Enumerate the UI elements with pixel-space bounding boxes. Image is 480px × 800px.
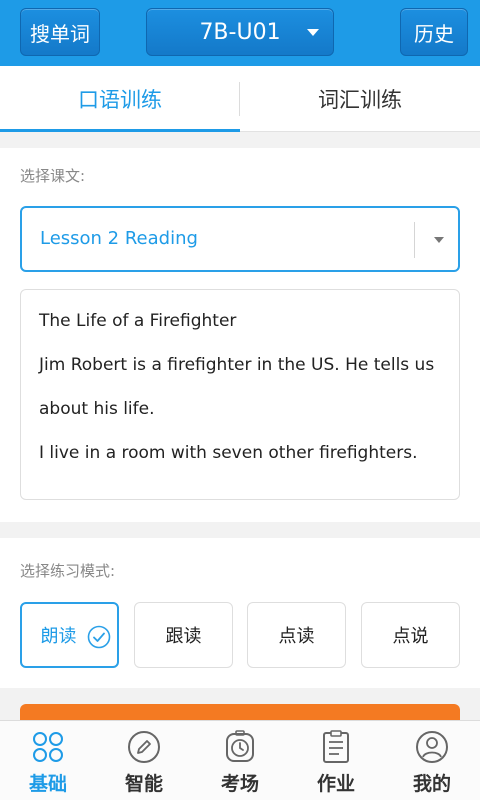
mode-point-read-button[interactable]: 点读 [247, 602, 346, 668]
mode-point-speak-label: 点说 [392, 626, 429, 647]
mode-follow-read-label: 跟读 [165, 626, 202, 647]
mode-point-read-label: 点读 [278, 626, 315, 647]
dropdown-arrow-icon [434, 237, 444, 243]
lesson-text-line: The Life of a Firefighter [39, 311, 237, 331]
clover-icon [33, 732, 63, 762]
history-button[interactable]: 历史 [400, 8, 468, 56]
lesson-section: 选择课文: Lesson 2 Reading The Life of a Fir… [0, 148, 480, 522]
bottom-navigation: 基础 智能 考场 作业 我的 [0, 720, 480, 800]
chevron-down-icon [307, 29, 319, 36]
lesson-dropdown-value: Lesson 2 Reading [40, 228, 198, 249]
lesson-dropdown[interactable]: Lesson 2 Reading [20, 206, 460, 272]
lesson-text-line: about his life. [39, 399, 155, 419]
mode-section-label: 选择练习模式: [20, 562, 116, 580]
nav-label-exam: 考场 [220, 773, 259, 795]
nav-item-smart[interactable]: 智能 [96, 721, 192, 800]
nav-item-homework[interactable]: 作业 [288, 721, 384, 800]
nav-item-basic[interactable]: 基础 [0, 721, 96, 800]
user-icon [416, 731, 448, 763]
clock-icon [226, 730, 254, 762]
unit-selector-label: 7B-U01 [199, 19, 281, 45]
mode-read-aloud-label: 朗读 [40, 626, 77, 647]
clipboard-icon [323, 730, 349, 763]
top-app-bar: 搜单词 7B-U01 历史 [0, 0, 480, 66]
nav-item-exam[interactable]: 考场 [192, 721, 288, 800]
practice-mode-section: 选择练习模式: 朗读 跟读 点读 点说 [0, 538, 480, 688]
search-words-button[interactable]: 搜单词 [20, 8, 100, 56]
mode-read-aloud-button[interactable]: 朗读 [20, 602, 119, 668]
pencil-icon [128, 731, 160, 763]
nav-label-profile: 我的 [412, 773, 451, 795]
lesson-text-line: I live in a room with seven other firefi… [39, 443, 418, 463]
unit-selector[interactable]: 7B-U01 [146, 8, 334, 56]
tab-speaking[interactable]: 口语训练 [0, 66, 240, 132]
dropdown-divider [414, 222, 415, 258]
lesson-text-line: Jim Robert is a firefighter in the US. H… [39, 355, 435, 375]
lesson-section-label: 选择课文: [20, 167, 86, 185]
tab-vocabulary[interactable]: 词汇训练 [240, 66, 480, 131]
lesson-text-box: The Life of a Firefighter Jim Robert is … [20, 289, 460, 500]
tab-divider [239, 82, 240, 116]
mode-point-speak-button[interactable]: 点说 [361, 602, 460, 668]
nav-item-profile[interactable]: 我的 [384, 721, 480, 800]
nav-label-homework: 作业 [316, 773, 355, 795]
nav-label-smart: 智能 [124, 773, 163, 795]
check-circle-icon [87, 625, 111, 649]
tab-bar: 口语训练 词汇训练 [0, 66, 480, 132]
mode-follow-read-button[interactable]: 跟读 [134, 602, 233, 668]
nav-label-basic: 基础 [28, 773, 67, 795]
